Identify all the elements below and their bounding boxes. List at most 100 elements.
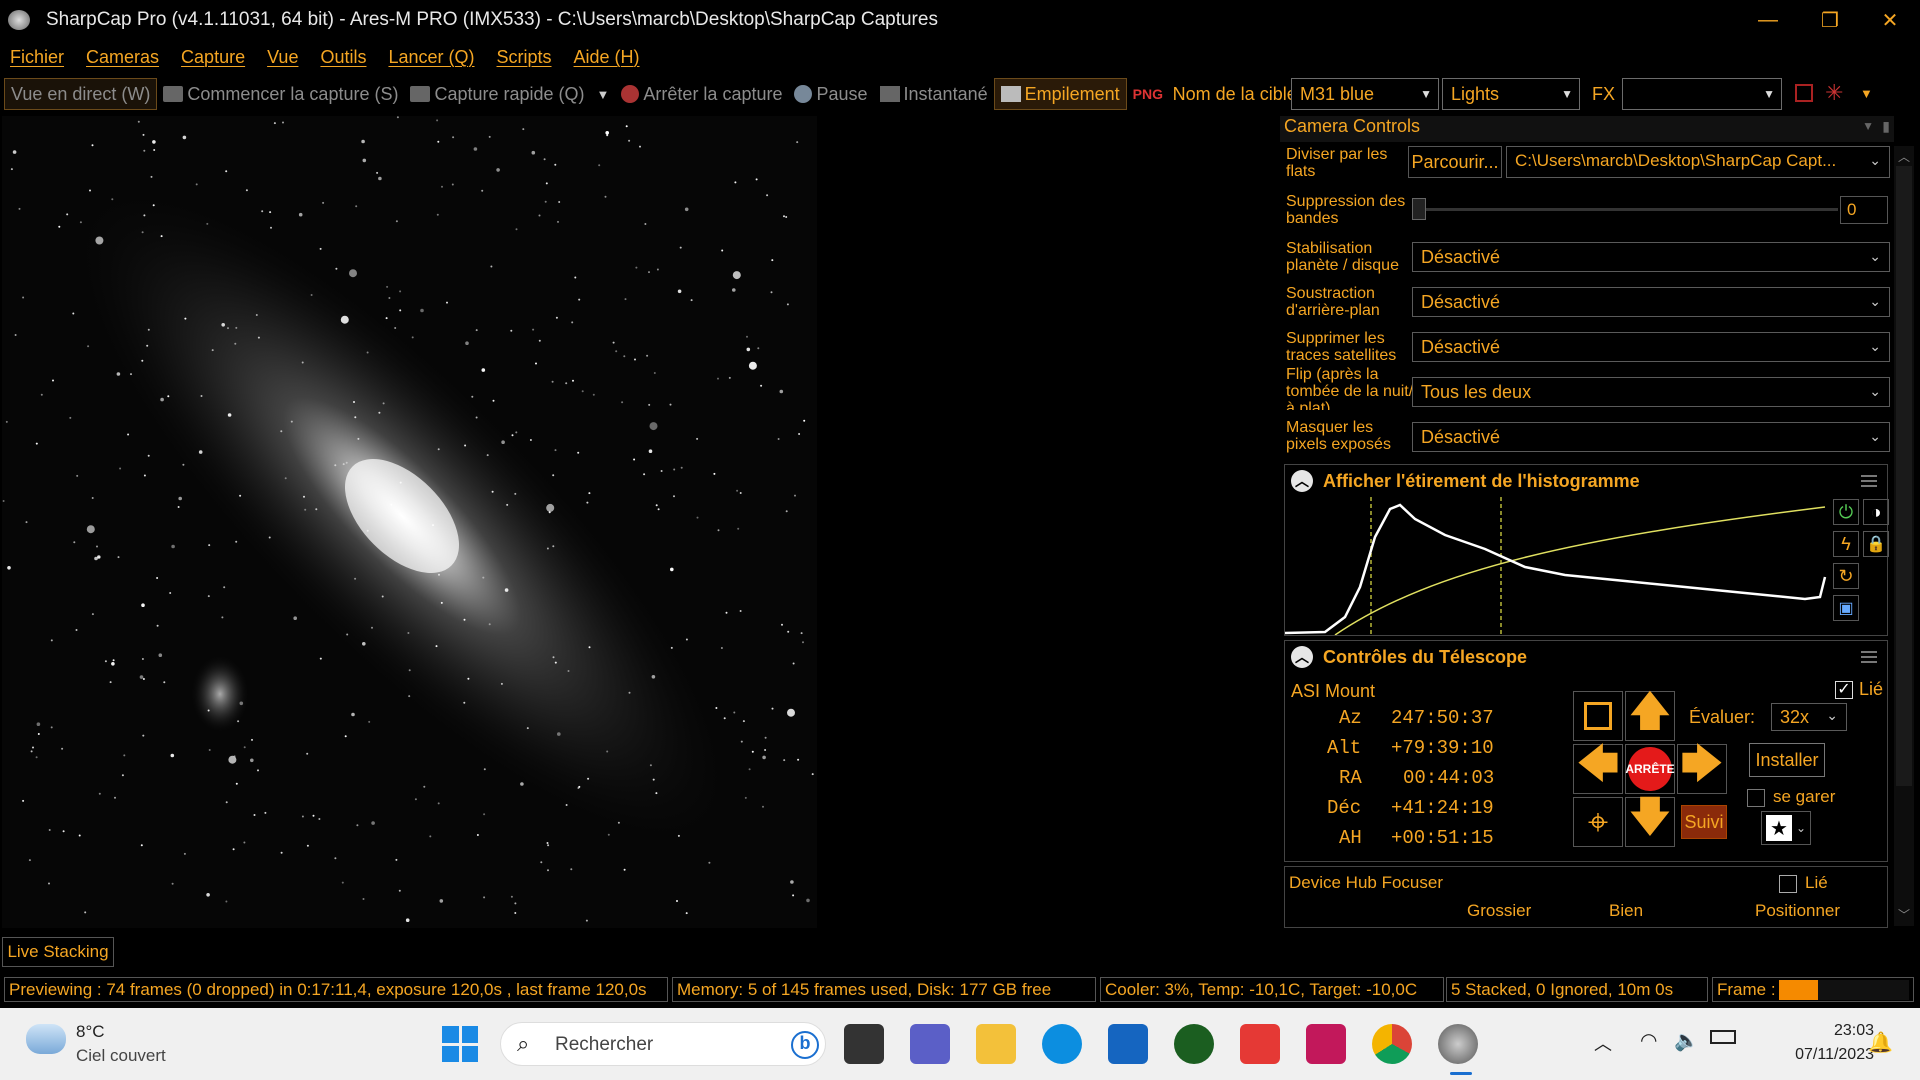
live-stacking-tab[interactable]: Live Stacking	[2, 937, 114, 967]
star	[160, 397, 164, 402]
park-checkbox[interactable]	[1747, 789, 1765, 807]
weather-desc[interactable]: Ciel couvert	[76, 1046, 166, 1066]
live-view-button[interactable]: Vue en direct (W)	[4, 78, 158, 110]
target-name-combo[interactable]: M31 blue ▼	[1291, 78, 1439, 110]
banding-slider-track[interactable]	[1418, 208, 1838, 211]
pin-icon[interactable]: ▮	[1882, 118, 1890, 135]
east-arrow-icon[interactable]: 🡆	[1677, 740, 1727, 794]
fx-select[interactable]: ▼	[1622, 78, 1782, 110]
star	[306, 844, 309, 847]
stop-capture-button[interactable]: Arrêter la capture	[615, 78, 788, 110]
install-button[interactable]: Installer	[1749, 743, 1825, 777]
wifi-icon[interactable]: ◠	[1640, 1028, 1657, 1053]
start-capture-button[interactable]: Commencer la capture (S)	[157, 78, 404, 110]
north-arrow-icon[interactable]: 🡅	[1625, 687, 1675, 741]
menu-help[interactable]: Aide (H)	[574, 47, 640, 68]
png-button[interactable]: PNG	[1127, 78, 1169, 110]
lightning-icon[interactable]: ϟ	[1833, 531, 1859, 557]
star	[35, 442, 38, 445]
menu-tools[interactable]: Outils	[320, 47, 366, 68]
target-icon[interactable]: ⌖	[1573, 797, 1623, 847]
teams-icon[interactable]	[910, 1024, 950, 1064]
scrollbar-thumb[interactable]	[1896, 166, 1912, 786]
clock-date[interactable]: 07/11/2023	[1760, 1046, 1874, 1064]
astro-app-icon[interactable]	[1306, 1024, 1346, 1064]
menu-launch[interactable]: Lancer (Q)	[388, 47, 474, 68]
west-arrow-icon[interactable]: 🡄	[1573, 740, 1623, 794]
banding-slider-thumb[interactable]	[1412, 198, 1426, 220]
star	[167, 395, 170, 398]
menu-file[interactable]: Fichier	[10, 47, 64, 68]
close-button[interactable]: ✕	[1860, 0, 1920, 40]
collapse-up-icon[interactable]: ︿	[1291, 470, 1313, 492]
background-select[interactable]: Désactivé ⌄	[1412, 287, 1890, 317]
histogram-header[interactable]: ︿ Afficher l'étirement de l'histogramme	[1285, 465, 1887, 497]
reset-icon[interactable]: ↻	[1833, 563, 1859, 589]
auto-stretch-icon[interactable]: ⏻	[1833, 499, 1859, 525]
notification-bell-icon[interactable]: 🔔	[1868, 1030, 1893, 1055]
mask-select[interactable]: Désactivé ⌄	[1412, 422, 1890, 452]
anydesk-icon[interactable]	[1240, 1024, 1280, 1064]
task-view-icon[interactable]	[844, 1024, 884, 1064]
chevron-down-icon[interactable]: ▼	[1860, 86, 1873, 101]
stacking-button[interactable]: Empilement	[993, 78, 1127, 110]
menu-cameras[interactable]: Cameras	[86, 47, 159, 68]
battery-icon[interactable]	[1710, 1030, 1736, 1044]
camera-image-view[interactable]	[2, 116, 817, 928]
satellite-select[interactable]: Désactivé ⌄	[1412, 332, 1890, 362]
sharpcap-icon[interactable]	[1438, 1024, 1478, 1064]
star	[803, 419, 806, 422]
chrome-icon[interactable]	[1372, 1024, 1412, 1064]
tracking-button[interactable]: Suivi	[1681, 805, 1727, 839]
hamburger-menu-icon[interactable]	[1861, 651, 1877, 663]
crosshair-icon[interactable]: ✳	[1825, 80, 1843, 106]
frame-type-select[interactable]: Lights ▼	[1442, 78, 1580, 110]
restore-button[interactable]: ❐	[1800, 0, 1860, 40]
panel-scrollbar-track[interactable]: ︿ ﹀	[1894, 146, 1914, 926]
histogram-plot[interactable]	[1285, 497, 1827, 635]
star-select[interactable]: ★ ⌄	[1761, 811, 1811, 845]
weather-cloud-icon[interactable]	[26, 1024, 66, 1054]
star	[529, 439, 532, 441]
record-icon[interactable]	[1795, 84, 1813, 102]
scroll-down-icon[interactable]: ﹀	[1898, 906, 1910, 923]
rate-select[interactable]: 32x ⌄	[1771, 703, 1847, 731]
star	[301, 815, 304, 818]
flats-path-select[interactable]: C:\Users\marcb\Desktop\SharpCap Capt... …	[1506, 146, 1890, 178]
browse-button[interactable]: Parcourir...	[1408, 146, 1502, 178]
snapshot-button[interactable]: Instantané	[874, 78, 994, 110]
contrast-icon[interactable]: ◑	[1863, 499, 1889, 525]
edge-icon[interactable]	[1042, 1024, 1082, 1064]
flip-select[interactable]: Tous les deux ⌄	[1412, 377, 1890, 407]
hamburger-menu-icon[interactable]	[1861, 475, 1877, 487]
park-label: se garer	[1773, 787, 1836, 806]
banding-value-input[interactable]: 0	[1840, 196, 1888, 224]
collapse-icon[interactable]: ▼	[1862, 119, 1874, 133]
star	[232, 848, 235, 851]
weather-temp[interactable]: 8°C	[76, 1022, 105, 1042]
menu-view[interactable]: Vue	[267, 47, 298, 68]
menu-scripts[interactable]: Scripts	[497, 47, 552, 68]
file-explorer-icon[interactable]	[976, 1024, 1016, 1064]
scroll-up-icon[interactable]: ︿	[1898, 148, 1910, 165]
mount-linked-checkbox[interactable]: ✓	[1835, 681, 1853, 699]
tray-chevron-up-icon[interactable]: ︿	[1594, 1030, 1612, 1056]
windows-start-icon[interactable]	[442, 1026, 478, 1062]
focuser-linked-checkbox[interactable]	[1779, 875, 1797, 893]
telescope-header[interactable]: ︿ Contrôles du Télescope	[1285, 641, 1887, 673]
clock-time[interactable]: 23:03	[1790, 1022, 1874, 1040]
search-box[interactable]: ⌕ Rechercher b	[500, 1022, 826, 1066]
collapse-up-icon[interactable]: ︿	[1291, 646, 1313, 668]
phd-guiding-icon[interactable]	[1174, 1024, 1214, 1064]
save-icon[interactable]: ▣	[1833, 595, 1859, 621]
store-icon[interactable]	[1108, 1024, 1148, 1064]
menu-capture[interactable]: Capture	[181, 47, 245, 68]
volume-icon[interactable]: 🔈	[1674, 1028, 1699, 1053]
minimize-button[interactable]: —	[1738, 0, 1798, 40]
chevron-down-icon[interactable]: ▼	[597, 87, 610, 102]
pause-button[interactable]: Pause	[788, 78, 873, 110]
quick-capture-button[interactable]: Capture rapide (Q) ▼	[404, 78, 615, 110]
south-arrow-icon[interactable]: 🡇	[1625, 793, 1675, 847]
lock-icon[interactable]: 🔒	[1863, 531, 1889, 557]
stabilization-select[interactable]: Désactivé ⌄	[1412, 242, 1890, 272]
